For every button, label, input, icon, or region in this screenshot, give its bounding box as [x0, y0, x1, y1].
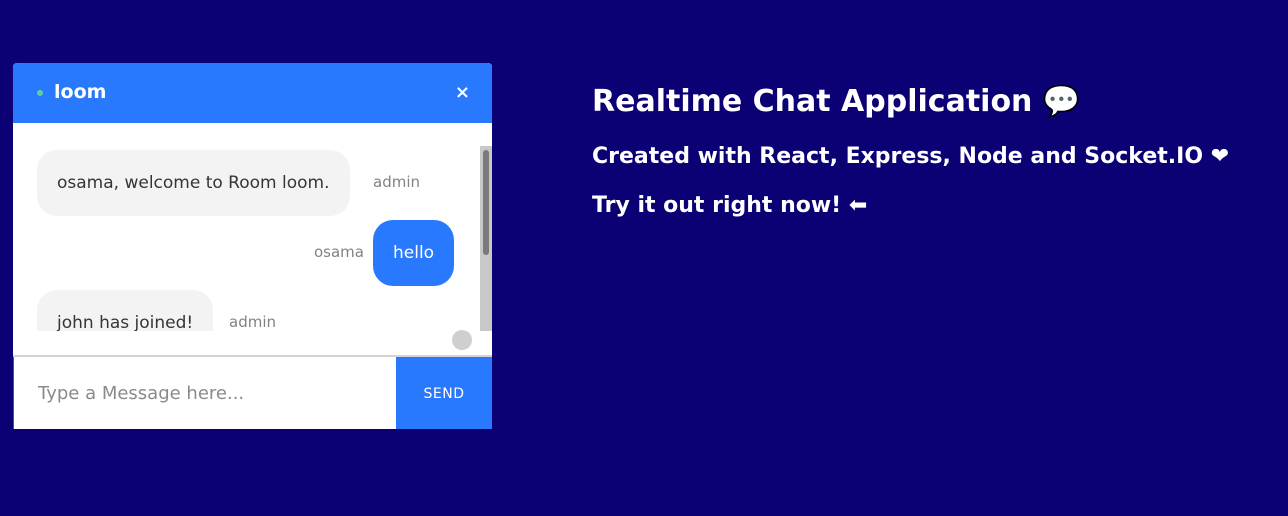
page-subtitle: Created with React, Express, Node and So… [592, 142, 1229, 172]
online-status-icon [37, 90, 43, 96]
page-title: Realtime Chat Application 💬 [592, 82, 1080, 122]
message-list[interactable]: osama, welcome to Room loom. admin osama… [13, 123, 492, 331]
message-sender: osama [314, 243, 364, 261]
cta-text: Try it out right now! [592, 193, 842, 218]
message-scrollbar[interactable] [480, 146, 492, 331]
message-sender: admin [229, 313, 276, 331]
speech-bubble-icon: 💬 [1042, 84, 1081, 119]
room-name: loom [54, 81, 107, 103]
scroll-down-button[interactable] [452, 330, 472, 350]
heart-icon: ❤ [1210, 144, 1230, 169]
chat-window: loom × osama, welcome to Room loom. admi… [13, 63, 492, 429]
message-bubble: john has joined! [37, 290, 214, 331]
message-bubble: osama, welcome to Room loom. [37, 150, 350, 216]
close-button[interactable]: × [455, 82, 470, 104]
subtitle-text: Created with React, Express, Node and So… [592, 144, 1204, 169]
message-sender: admin [373, 173, 420, 191]
message-input[interactable] [13, 357, 396, 429]
message-input-bar: SEND [13, 355, 492, 429]
message-bubble: hello [373, 220, 455, 286]
chat-header: loom × [13, 63, 492, 123]
title-text: Realtime Chat Application [592, 84, 1033, 119]
send-button[interactable]: SEND [396, 357, 492, 429]
left-arrow-icon: ⬅ [848, 193, 868, 218]
scrollbar-thumb[interactable] [483, 150, 489, 255]
call-to-action: Try it out right now! ⬅ [592, 191, 867, 221]
